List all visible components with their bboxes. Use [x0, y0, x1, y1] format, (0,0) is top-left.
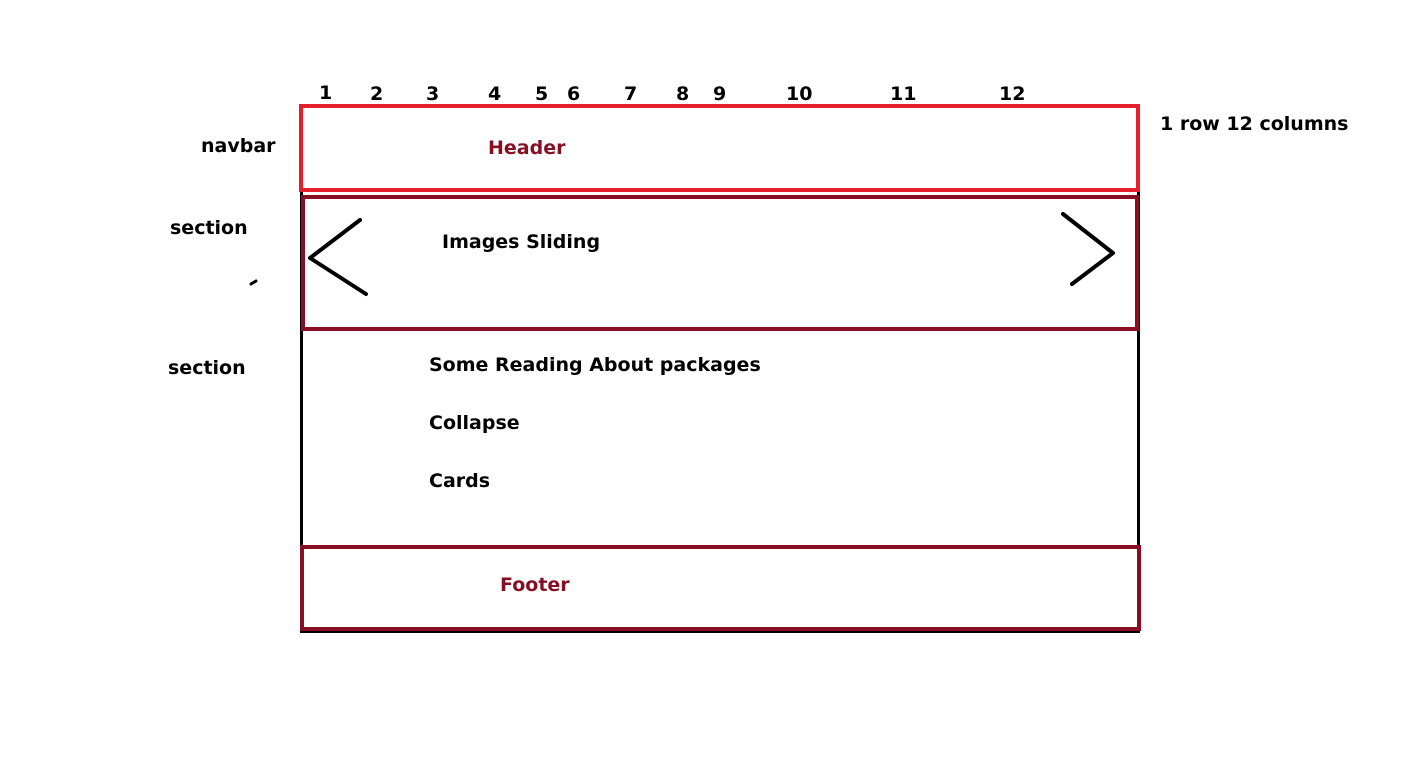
column-number: 6: [567, 83, 581, 105]
column-number: 1: [319, 82, 333, 104]
column-number: 10: [786, 83, 813, 105]
slider-box: [301, 195, 1139, 331]
content-item-cards: Cards: [429, 470, 491, 492]
content-item-collapse: Collapse: [429, 412, 520, 434]
footer-box: [300, 545, 1141, 631]
footer-label: Footer: [500, 574, 570, 596]
column-number: 12: [999, 83, 1026, 105]
slider-label: Images Sliding: [442, 231, 601, 253]
column-number: 3: [426, 83, 440, 105]
column-number: 5: [535, 83, 549, 105]
section-label: section: [170, 217, 248, 239]
pen-mark: [249, 279, 258, 286]
grid-note: 1 row 12 columns: [1160, 113, 1349, 135]
navbar-label: navbar: [201, 135, 276, 157]
column-number: 8: [676, 83, 690, 105]
header-label: Header: [488, 137, 566, 159]
column-number: 2: [370, 83, 384, 105]
column-number: 7: [624, 83, 638, 105]
column-number: 9: [713, 83, 727, 105]
column-number: 11: [890, 83, 917, 105]
header-box: [299, 104, 1140, 192]
section-label: section: [168, 357, 246, 379]
content-item-reading: Some Reading About packages: [429, 354, 761, 376]
column-number: 4: [488, 83, 502, 105]
